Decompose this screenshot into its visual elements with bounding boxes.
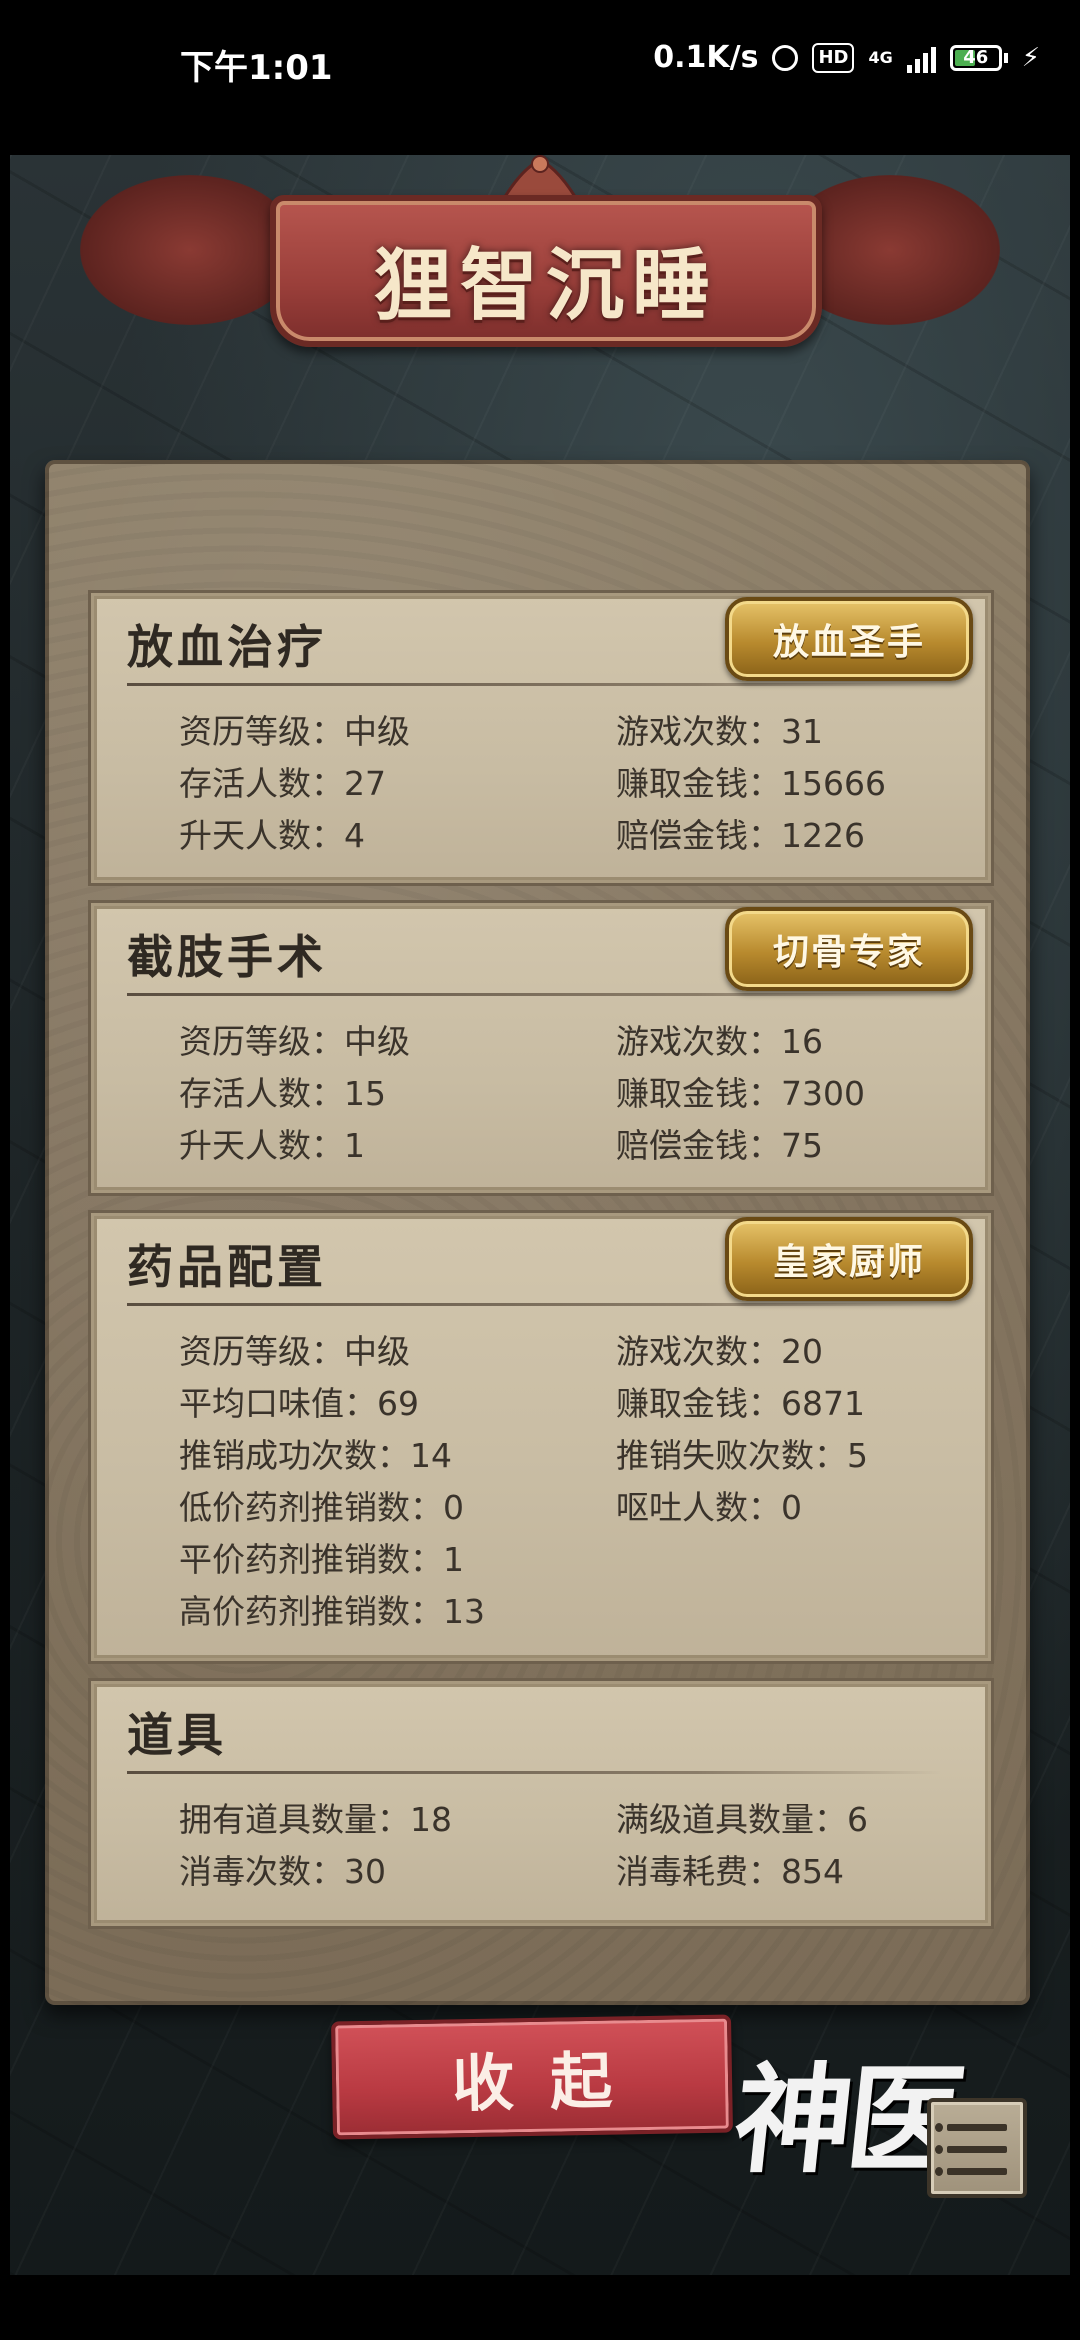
nav-bar-area <box>0 2275 1080 2340</box>
hd-icon: HD <box>812 42 855 73</box>
stat-item: 升天人数：1 <box>179 1126 365 1165</box>
status-icons: 0.1K/s HD 4G 46 ⚡ <box>653 40 1040 75</box>
stat-item: 平均口味值：69 <box>179 1384 419 1423</box>
stat-item: 低价药剂推销数：0 <box>179 1488 464 1527</box>
status-time: 下午1:01 <box>180 48 333 88</box>
section-bloodletting: 放血治疗 放血圣手 资历等级：中级 存活人数：27 升天人数：4 游戏次数：31… <box>88 590 994 886</box>
stat-item: 存活人数：27 <box>179 764 386 803</box>
stat-item: 赚取金钱：6871 <box>616 1384 865 1423</box>
stat-item: 推销成功次数：14 <box>179 1436 452 1475</box>
badge-title[interactable]: 放血圣手 <box>725 597 973 681</box>
section-title: 截肢手术 <box>127 930 327 984</box>
section-items: 道具 拥有道具数量：18 消毒次数：30 满级道具数量：6 消毒耗费：854 <box>88 1678 994 1929</box>
stat-item: 资历等级：中级 <box>179 712 410 751</box>
stat-item: 赚取金钱：15666 <box>616 764 886 803</box>
stat-item: 资历等级：中级 <box>179 1332 410 1371</box>
signal-icon <box>906 43 936 73</box>
alarm-icon <box>772 44 799 71</box>
status-bar: 下午1:01 0.1K/s HD 4G 46 ⚡ <box>0 0 1080 150</box>
stat-item: 消毒耗费：854 <box>616 1852 844 1891</box>
stat-item: 满级道具数量：6 <box>616 1800 868 1839</box>
section-title: 药品配置 <box>127 1240 327 1294</box>
stat-item: 存活人数：15 <box>179 1074 386 1113</box>
battery-level: 46 <box>963 46 989 68</box>
stat-item: 游戏次数：16 <box>616 1022 823 1061</box>
title-banner: 狸智沉睡 <box>270 195 822 347</box>
stat-item: 游戏次数：20 <box>616 1332 823 1371</box>
battery-icon: 46 <box>949 44 1008 71</box>
badge-title[interactable]: 切骨专家 <box>725 907 973 991</box>
section-title: 放血治疗 <box>127 620 327 674</box>
banner-wing-left <box>80 175 300 325</box>
bolt-icon: ⚡ <box>1021 42 1040 73</box>
stat-item: 赔偿金钱：75 <box>616 1126 823 1165</box>
stat-item: 高价药剂推销数：13 <box>179 1592 485 1631</box>
stat-item: 拥有道具数量：18 <box>179 1800 452 1839</box>
section-title: 道具 <box>127 1708 227 1762</box>
section-divider <box>127 993 941 996</box>
section-medicine: 药品配置 皇家厨师 资历等级：中级 平均口味值：69 推销成功次数：14 低价药… <box>88 1210 994 1664</box>
stat-item: 消毒次数：30 <box>179 1852 386 1891</box>
network-type: 4G <box>868 47 893 67</box>
section-divider <box>127 1303 941 1306</box>
list-menu-icon[interactable] <box>927 2098 1027 2198</box>
page-title: 狸智沉睡 <box>373 240 718 331</box>
stat-item: 平价药剂推销数：1 <box>179 1540 464 1579</box>
stat-item: 呕吐人数：0 <box>616 1488 802 1527</box>
stat-item: 游戏次数：31 <box>616 712 823 751</box>
section-amputation: 截肢手术 切骨专家 资历等级：中级 存活人数：15 升天人数：1 游戏次数：16… <box>88 900 994 1196</box>
collapse-button[interactable]: 收起 <box>331 2014 733 2140</box>
section-divider <box>127 683 941 686</box>
stat-item: 赚取金钱：7300 <box>616 1074 865 1113</box>
network-speed: 0.1K/s <box>653 40 759 75</box>
stat-item: 资历等级：中级 <box>179 1022 410 1061</box>
stat-item: 升天人数：4 <box>179 816 365 855</box>
badge-title[interactable]: 皇家厨师 <box>725 1217 973 1301</box>
stat-item: 赔偿金钱：1226 <box>616 816 865 855</box>
section-divider <box>127 1771 941 1774</box>
stat-item: 推销失败次数：5 <box>616 1436 868 1475</box>
